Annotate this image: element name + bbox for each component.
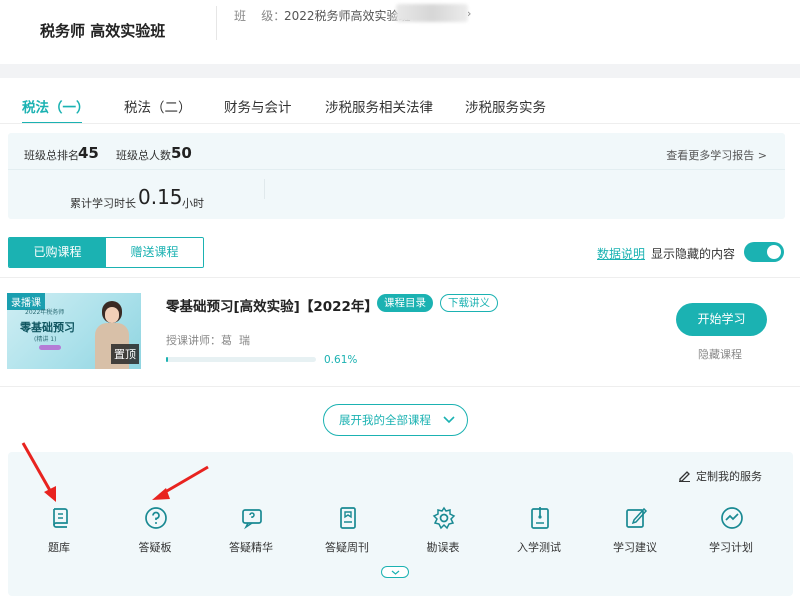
course-title[interactable]: 零基础预习[高效实验]【2022年】 xyxy=(166,295,378,315)
hours-label: 累计学习时长 xyxy=(70,197,136,210)
switch-knob xyxy=(767,245,781,259)
card-divider xyxy=(0,386,800,387)
tab-tax-related-law[interactable]: 涉税服务相关法律 xyxy=(325,96,433,116)
chevron-down-icon xyxy=(443,416,455,424)
blurred-class-name xyxy=(396,4,468,22)
service-errata[interactable]: 勘误表 xyxy=(408,506,478,556)
errata-icon xyxy=(432,506,456,530)
header-band xyxy=(0,64,800,78)
hours-value: 0.15 xyxy=(138,185,183,209)
download-handout-button[interactable]: 下载讲义 xyxy=(440,294,498,312)
brand-title: 税务师 高效实验班 xyxy=(40,22,166,40)
total-value: 50 xyxy=(171,144,192,162)
rank-value: 45 xyxy=(78,144,99,162)
more-report-link[interactable]: 查看更多学习报告 > xyxy=(666,147,767,163)
service-qa-highlights[interactable]: 答疑精华 xyxy=(216,506,286,556)
customize-services-link[interactable]: 定制我的服务 xyxy=(678,468,762,484)
tabs-divider xyxy=(0,123,800,124)
list-divider xyxy=(0,277,800,278)
service-label: 答疑精华 xyxy=(229,541,273,554)
stats-divider xyxy=(8,169,785,170)
service-study-plan[interactable]: 学习计划 xyxy=(696,506,766,556)
teacher-line: 授课讲师：葛 瑞 xyxy=(166,332,250,348)
teacher-face xyxy=(105,307,119,323)
service-qa-board[interactable]: 答疑板 xyxy=(120,506,190,556)
service-qa-weekly[interactable]: 答疑周刊 xyxy=(312,506,382,556)
purchased-courses-tab[interactable]: 已购课程 xyxy=(9,238,106,267)
hours-unit: 小时 xyxy=(182,197,204,210)
service-question-bank[interactable]: 题库 xyxy=(24,506,94,556)
thumb-pill xyxy=(39,345,61,350)
question-bank-icon xyxy=(53,508,68,528)
stats-panel: 班级总排名 45 班级总人数 50 查看更多学习报告 > 累计学习时长 0.15… xyxy=(8,133,785,219)
service-entrance-test[interactable]: 入学测试 xyxy=(504,506,574,556)
entrance-test-icon xyxy=(531,507,549,529)
service-label: 入学测试 xyxy=(517,541,561,554)
class-label: 班 级： xyxy=(234,9,286,23)
edit-icon xyxy=(679,471,690,482)
header-divider xyxy=(216,6,217,40)
qa-board-icon xyxy=(145,507,167,529)
expand-services-toggle[interactable] xyxy=(381,566,409,578)
stats-vertical-divider xyxy=(264,179,265,199)
progress-bar xyxy=(166,357,316,362)
service-label: 答疑周刊 xyxy=(325,541,369,554)
service-label: 学习建议 xyxy=(613,541,657,554)
progress-fill xyxy=(166,357,169,362)
thumb-title: 零基础预习 xyxy=(20,321,75,334)
page: 税务师 高效实验班 班 级： 2022税务师高效实验班 › 税法（一） 税法（二… xyxy=(0,0,800,596)
service-label: 勘误表 xyxy=(426,541,460,554)
tab-tax-practice[interactable]: 涉税服务实务 xyxy=(465,96,546,116)
course-type-toggle: 已购课程 赠送课程 xyxy=(8,237,204,268)
service-label: 题库 xyxy=(48,541,70,554)
data-note-link[interactable]: 数据说明 xyxy=(597,245,645,262)
qa-highlights-icon xyxy=(242,509,262,530)
pin-top-button[interactable]: 置顶 xyxy=(111,344,139,364)
services-panel: 定制我的服务 题库 答疑板 答疑精华 答疑周刊 勘误表 入学测试 学习建议 学习… xyxy=(8,452,793,596)
teacher-name: 葛 瑞 xyxy=(221,334,250,347)
tab-tax-law-1[interactable]: 税法（一） xyxy=(22,96,90,116)
tab-tax-law-2[interactable]: 税法（二） xyxy=(124,96,192,116)
header: 税务师 高效实验班 班 级： 2022税务师高效实验班 › xyxy=(0,0,800,64)
teacher-label: 授课讲师： xyxy=(166,334,221,347)
tab-finance-accounting[interactable]: 财务与会计 xyxy=(224,96,292,116)
show-hidden-switch[interactable] xyxy=(744,242,784,262)
thumb-subtitle: 2022年税务师 xyxy=(25,309,65,316)
class-chevron-icon[interactable]: › xyxy=(467,7,471,20)
course-catalog-button[interactable]: 课程目录 xyxy=(377,294,433,312)
study-plan-icon xyxy=(721,507,743,529)
chevron-down-icon xyxy=(391,570,400,575)
service-study-advice[interactable]: 学习建议 xyxy=(600,506,670,556)
customize-services-label: 定制我的服务 xyxy=(696,470,762,483)
total-label: 班级总人数 xyxy=(116,149,171,162)
qa-weekly-icon xyxy=(340,507,356,529)
show-hidden-label: 显示隐藏的内容 xyxy=(651,247,736,261)
course-thumbnail[interactable]: 录播课 2022年税务师 零基础预习 (精讲 1) 置顶 xyxy=(7,293,141,369)
start-learning-button[interactable]: 开始学习 xyxy=(676,303,767,336)
hide-course-link[interactable]: 隐藏课程 xyxy=(698,346,742,362)
subject-tabs: 税法（一） 税法（二） 财务与会计 涉税服务相关法律 涉税服务实务 xyxy=(0,96,800,124)
gifted-courses-tab[interactable]: 赠送课程 xyxy=(106,238,203,267)
expand-label: 展开我的全部课程 xyxy=(339,413,431,427)
expand-all-courses-button[interactable]: 展开我的全部课程 xyxy=(323,404,468,436)
study-advice-icon xyxy=(626,507,648,528)
service-label: 学习计划 xyxy=(709,541,753,554)
thumb-mini-text: (精讲 1) xyxy=(34,336,57,343)
service-label: 答疑板 xyxy=(138,541,172,554)
rank-label: 班级总排名 xyxy=(24,149,79,162)
class-selector[interactable]: 2022税务师高效实验班 xyxy=(284,7,411,24)
progress-percent: 0.61% xyxy=(324,354,358,366)
